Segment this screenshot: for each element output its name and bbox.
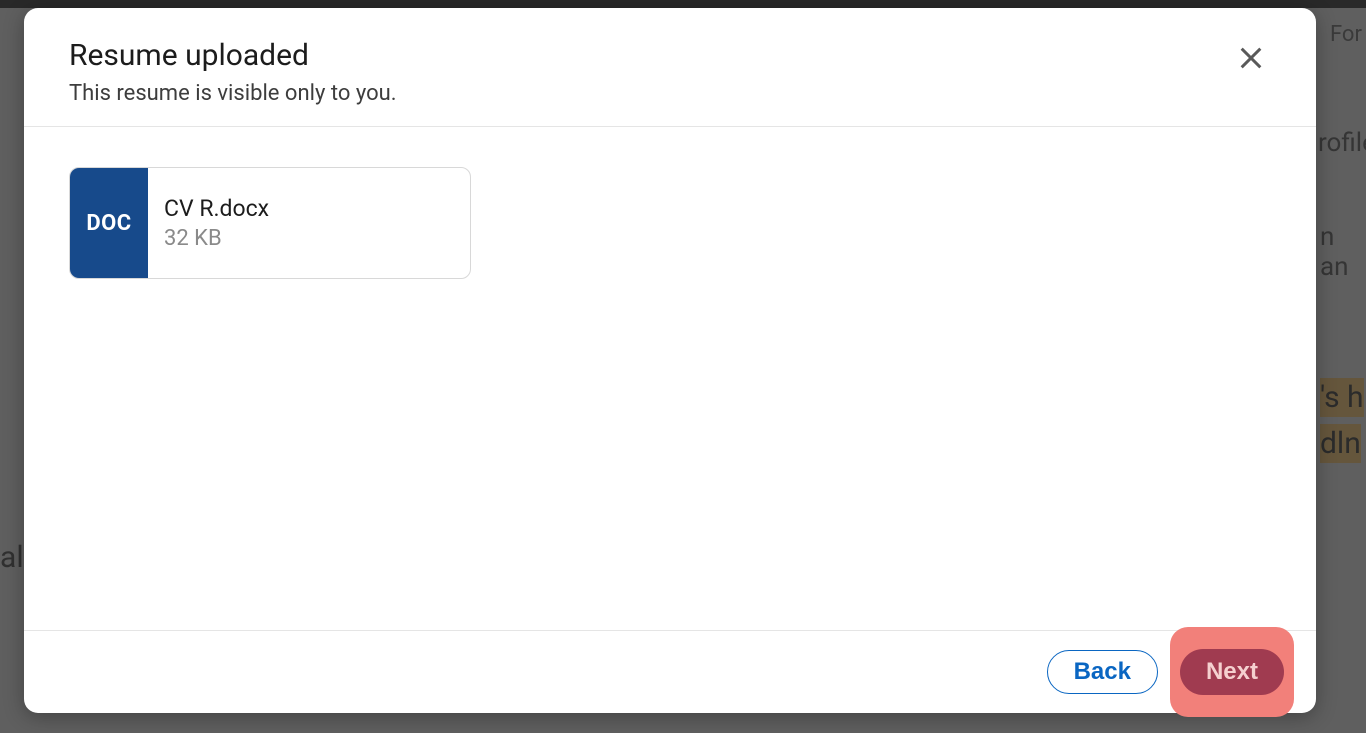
next-button[interactable]: Next	[1180, 649, 1284, 695]
close-button[interactable]	[1231, 38, 1271, 81]
modal-header: Resume uploaded This resume is visible o…	[24, 8, 1316, 127]
file-size: 32 KB	[164, 226, 470, 251]
next-button-highlight: Next	[1170, 627, 1294, 717]
close-icon	[1235, 42, 1267, 74]
back-button[interactable]: Back	[1047, 650, 1158, 694]
modal-subtitle: This resume is visible only to you.	[69, 81, 397, 106]
file-name: CV R.docx	[164, 195, 470, 222]
file-type-badge: DOC	[70, 168, 148, 278]
modal-title: Resume uploaded	[69, 38, 397, 73]
resume-uploaded-modal: Resume uploaded This resume is visible o…	[24, 8, 1316, 713]
uploaded-file-card[interactable]: DOC CV R.docx 32 KB	[69, 167, 471, 279]
header-texts: Resume uploaded This resume is visible o…	[69, 38, 397, 106]
modal-body: DOC CV R.docx 32 KB	[24, 127, 1316, 630]
modal-footer: Back Next	[24, 630, 1316, 713]
file-info: CV R.docx 32 KB	[148, 168, 470, 278]
